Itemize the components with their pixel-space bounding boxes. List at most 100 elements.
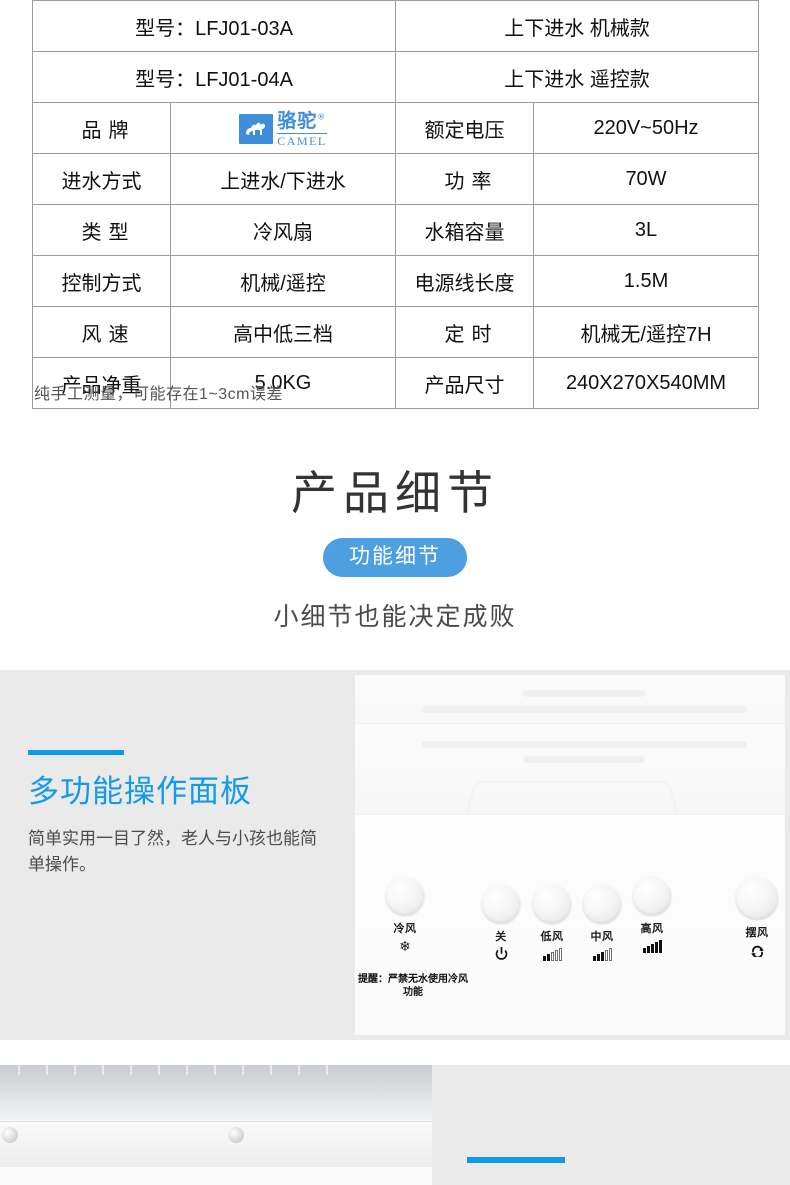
- vent-fin: [130, 1065, 132, 1075]
- vent-groove: [523, 756, 645, 763]
- cord-length-label: 电源线长度: [395, 255, 534, 307]
- camel-silhouette-icon: [239, 114, 274, 144]
- table-row: 型号：LFJ01-04A 上下进水 遥控款: [32, 51, 759, 103]
- vent-lower-bar: [0, 1121, 432, 1167]
- type-label: 类型: [32, 204, 171, 256]
- type-label-char-1: 类: [81, 221, 102, 244]
- feature-panel-section: 多功能操作面板 简单实用一目了然，老人与小孩也能简单操作。 冷风 ❄ 提醒：严禁…: [0, 670, 790, 1040]
- wind-speed-label-char-2: 速: [108, 323, 129, 346]
- brand-label-char-1: 品: [81, 119, 102, 142]
- vent-fin: [326, 1065, 328, 1075]
- wind-speed-label: 风速: [32, 306, 171, 358]
- knob-icon[interactable]: [633, 877, 671, 915]
- knob-icon[interactable]: [482, 885, 520, 923]
- snowflake-icon: ❄: [399, 938, 411, 954]
- power-value: 70W: [533, 153, 759, 205]
- control-button-off[interactable]: 关: [477, 885, 525, 961]
- power-label-char-2: 率: [471, 170, 492, 193]
- brand-name-cn: 骆驼®: [277, 109, 327, 132]
- registered-mark-icon: ®: [317, 112, 327, 122]
- signal-bars-low-icon: [528, 946, 576, 961]
- function-detail-badge: 功能细节: [323, 538, 467, 578]
- wind-speed-label-char-1: 风: [81, 323, 102, 346]
- power-label: 功率: [395, 153, 534, 205]
- measurement-note: 纯手工测量，可能存在1~3cm误差: [34, 386, 283, 403]
- model-value: 上下进水 遥控款: [395, 51, 759, 103]
- table-row: 品牌 骆驼® CAMEL 额定电压 220V~50Hz: [32, 102, 759, 154]
- brand-label: 品牌: [32, 102, 171, 154]
- camel-wordmark: 骆驼® CAMEL: [277, 109, 327, 148]
- water-inlet-value: 上进水/下进水: [170, 153, 396, 205]
- accent-rule: [28, 750, 124, 755]
- dimensions-value: 240X270X540MM: [533, 357, 759, 409]
- table-row: 进水方式 上进水/下进水 功率 70W: [32, 153, 759, 205]
- power-label-char-1: 功: [444, 170, 465, 193]
- control-type-label: 控制方式: [32, 255, 171, 307]
- water-inlet-label: 进水方式: [32, 153, 171, 205]
- control-type-value: 机械/遥控: [170, 255, 396, 307]
- tank-capacity-value: 3L: [533, 204, 759, 256]
- brand-name-en: CAMEL: [277, 132, 327, 148]
- model-value: 上下进水 机械款: [395, 0, 759, 52]
- feature-title: 多功能操作面板: [28, 774, 252, 810]
- voltage-value: 220V~50Hz: [533, 102, 759, 154]
- wind-speed-value: 高中低三档: [170, 306, 396, 358]
- tank-capacity-label: 水箱容量: [395, 204, 534, 256]
- timer-label: 定时: [395, 306, 534, 358]
- knob-icon[interactable]: [386, 877, 424, 915]
- brand-label-char-2: 牌: [108, 119, 129, 142]
- cord-length-value: 1.5M: [533, 255, 759, 307]
- product-spec-table: 型号：LFJ01-03A 上下进水 机械款 型号：LFJ01-04A 上下进水 …: [32, 0, 759, 409]
- feature-description: 简单实用一目了然，老人与小孩也能简单操作。: [28, 829, 317, 875]
- control-button-medium-wind[interactable]: 中风: [578, 885, 626, 961]
- knob-icon[interactable]: [736, 877, 778, 919]
- vent-groove: [422, 706, 747, 713]
- vent-fin: [158, 1065, 160, 1075]
- vent-fin: [242, 1065, 244, 1075]
- timer-label-char-2: 时: [471, 323, 492, 346]
- camel-logo: 骆驼® CAMEL: [239, 109, 327, 148]
- vent-fin: [186, 1065, 188, 1075]
- table-row: 风速 高中低三档 定时 机械无/遥控7H: [32, 306, 759, 358]
- table-row: 控制方式 机械/遥控 电源线长度 1.5M: [32, 255, 759, 307]
- timer-label-char-1: 定: [444, 323, 465, 346]
- vent-fin: [270, 1065, 272, 1075]
- vent-pivot-cap: [228, 1127, 244, 1143]
- type-value: 冷风扇: [170, 204, 396, 256]
- signal-bars-high-icon: [628, 938, 676, 953]
- product-detail-heading: 产品细节 功能细节 小细节也能决定成败: [0, 470, 790, 633]
- control-label: 关: [495, 931, 507, 943]
- bottom-feature-section: [0, 1065, 790, 1185]
- type-label-char-2: 型: [108, 221, 129, 244]
- control-panel-photo: 冷风 ❄ 提醒：严禁无水使用冷风功能 关 低风 中风 高风 摆风: [355, 675, 785, 1035]
- vent-detail-photo: [0, 1065, 432, 1185]
- control-label: 中风: [590, 931, 614, 943]
- device-mid-surface: [355, 724, 785, 816]
- control-button-high-wind[interactable]: 高风: [628, 877, 676, 953]
- device-top-surface: [355, 675, 785, 724]
- vent-groove: [523, 690, 645, 697]
- dimensions-label: 产品尺寸: [395, 357, 534, 409]
- accent-rule: [467, 1157, 565, 1163]
- vent-fin: [18, 1065, 20, 1075]
- page-title: 产品细节: [291, 466, 499, 520]
- feature-copy-block: 多功能操作面板 简单实用一目了然，老人与小孩也能简单操作。: [28, 750, 328, 879]
- vent-fin: [74, 1065, 76, 1075]
- knob-icon[interactable]: [533, 885, 571, 923]
- brand-logo-cell: 骆驼® CAMEL: [170, 102, 396, 154]
- knob-icon[interactable]: [583, 885, 621, 923]
- timer-value: 机械无/遥控7H: [533, 306, 759, 358]
- vent-pivot-cap: [2, 1127, 18, 1143]
- voltage-label: 额定电压: [395, 102, 534, 154]
- power-icon: [477, 946, 525, 961]
- control-button-swing[interactable]: 摆风: [733, 877, 781, 957]
- spec-table-section: 型号：LFJ01-03A 上下进水 机械款 型号：LFJ01-04A 上下进水 …: [32, 0, 759, 409]
- table-row: 型号：LFJ01-03A 上下进水 机械款: [32, 0, 759, 52]
- vent-fin: [298, 1065, 300, 1075]
- model-label: 型号：LFJ01-03A: [32, 0, 396, 52]
- vent-fin: [46, 1065, 48, 1075]
- vent-groove: [422, 741, 747, 748]
- control-button-cold-wind[interactable]: 冷风 ❄: [377, 877, 433, 953]
- control-button-low-wind[interactable]: 低风: [528, 885, 576, 961]
- model-label: 型号：LFJ01-04A: [32, 51, 396, 103]
